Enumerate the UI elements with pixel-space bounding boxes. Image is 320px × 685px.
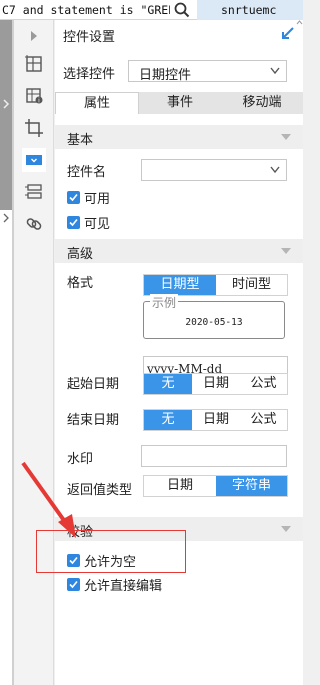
return-type-toggle: 日期 字符串 bbox=[143, 475, 288, 497]
allow-direct-edit-checkbox[interactable]: 允许直接编辑 bbox=[67, 575, 162, 594]
end-date-toggle: 无 日期 公式 bbox=[143, 409, 288, 431]
scrollbar[interactable] bbox=[296, 20, 303, 685]
checkmark-icon bbox=[67, 578, 80, 591]
cell-properties-icon[interactable] bbox=[22, 52, 46, 76]
crop-icon[interactable] bbox=[22, 116, 46, 140]
chevron-down-icon bbox=[270, 166, 280, 174]
checkmark-icon bbox=[67, 191, 80, 204]
caret-down-icon bbox=[281, 526, 291, 532]
end-date-date-option[interactable]: 日期 bbox=[192, 410, 240, 430]
select-control-label: 选择控件 bbox=[63, 67, 116, 82]
code-snippet: C7 and statement is "GREPA... bbox=[2, 2, 170, 17]
caret-down-icon bbox=[281, 248, 291, 254]
section-advanced-label: 高级 bbox=[67, 247, 94, 262]
panel-title: 控件设置 bbox=[63, 30, 116, 45]
example-date: 2020-05-13 bbox=[185, 317, 243, 328]
widget-name-combo[interactable] bbox=[141, 159, 287, 181]
widget-settings-icon[interactable] bbox=[22, 148, 46, 172]
format-time-option[interactable]: 时间型 bbox=[216, 275, 287, 295]
visible-label: 可见 bbox=[84, 217, 111, 232]
hyperlink-icon[interactable] bbox=[22, 212, 46, 236]
section-basic[interactable]: 基本 bbox=[55, 125, 303, 149]
expand-arrow-icon[interactable] bbox=[22, 24, 46, 48]
select-control-value: 日期控件 bbox=[139, 68, 192, 83]
select-control-dropdown[interactable]: 日期控件 bbox=[128, 60, 287, 83]
start-date-none-option[interactable]: 无 bbox=[144, 374, 192, 394]
cell-attribute-icon[interactable]: i bbox=[22, 84, 46, 108]
chevron-right-icon[interactable] bbox=[0, 98, 12, 110]
tab-bar: 属性 事件 移动端 bbox=[55, 92, 303, 114]
editor-edge bbox=[0, 20, 14, 685]
return-type-label: 返回值类型 bbox=[67, 483, 133, 498]
watermark-label: 水印 bbox=[67, 452, 94, 467]
example-legend: 示例 bbox=[150, 294, 179, 311]
start-date-formula-option[interactable]: 公式 bbox=[240, 374, 287, 394]
end-date-none-option[interactable]: 无 bbox=[144, 410, 192, 430]
search-icon[interactable] bbox=[170, 0, 194, 20]
chevron-down-icon bbox=[270, 67, 280, 75]
return-type-date-option[interactable]: 日期 bbox=[144, 476, 216, 496]
end-date-label: 结束日期 bbox=[67, 413, 120, 428]
checkmark-icon bbox=[67, 216, 80, 229]
enabled-checkbox[interactable]: 可用 bbox=[67, 188, 110, 207]
start-date-date-option[interactable]: 日期 bbox=[192, 374, 240, 394]
format-toggle: 日期型 时间型 bbox=[143, 274, 288, 296]
search-field[interactable]: snrtuemc bbox=[197, 0, 303, 20]
tab-mobile[interactable]: 移动端 bbox=[221, 92, 303, 114]
annotation-highlight-box bbox=[36, 530, 186, 573]
allow-direct-edit-label: 允许直接编辑 bbox=[84, 579, 163, 594]
start-date-label: 起始日期 bbox=[67, 377, 120, 392]
tab-properties[interactable]: 属性 bbox=[55, 92, 139, 114]
return-type-string-option[interactable]: 字符串 bbox=[216, 476, 287, 496]
caret-down-icon bbox=[281, 134, 291, 140]
side-toolbar: i bbox=[14, 20, 54, 685]
section-basic-label: 基本 bbox=[67, 133, 94, 148]
format-label: 格式 bbox=[67, 276, 94, 291]
screen: C7 and statement is "GREPA... snrtuemc i bbox=[0, 0, 303, 685]
collapse-arrow-icon[interactable] bbox=[281, 26, 295, 40]
watermark-input[interactable] bbox=[141, 445, 287, 467]
editor-gutter bbox=[0, 20, 12, 210]
widget-name-label: 控件名 bbox=[67, 165, 107, 180]
format-date-option[interactable]: 日期型 bbox=[144, 275, 216, 295]
end-date-formula-option[interactable]: 公式 bbox=[240, 410, 287, 430]
section-advanced[interactable]: 高级 bbox=[55, 239, 303, 263]
chevron-right-icon[interactable] bbox=[0, 212, 12, 224]
widget-settings-panel: 控件设置 选择控件 日期控件 属性 事件 移动端 基本 控件名 可用 可见 高级… bbox=[55, 20, 303, 685]
example-preview: 示例 2020-05-13 bbox=[143, 294, 285, 339]
condition-attribute-icon[interactable] bbox=[22, 180, 46, 204]
start-date-toggle: 无 日期 公式 bbox=[143, 373, 288, 395]
tab-events[interactable]: 事件 bbox=[139, 92, 221, 114]
enabled-label: 可用 bbox=[84, 192, 111, 207]
visible-checkbox[interactable]: 可见 bbox=[67, 213, 110, 232]
